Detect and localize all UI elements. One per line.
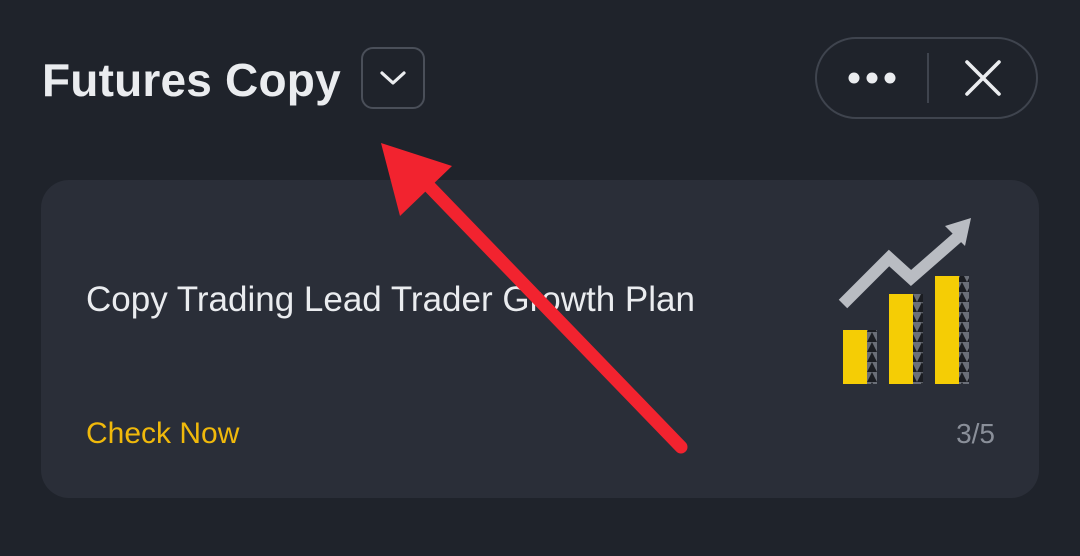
promo-card[interactable]: Copy Trading Lead Trader Growth Plan Che… — [41, 180, 1039, 498]
title-dropdown-button[interactable] — [361, 47, 425, 109]
page-title: Futures Copy — [42, 54, 341, 106]
close-icon — [965, 60, 1001, 96]
page-counter: 3/5 — [956, 418, 995, 449]
check-now-link[interactable]: Check Now — [86, 416, 239, 452]
window-controls — [815, 37, 1038, 119]
close-button[interactable] — [929, 39, 1037, 117]
chevron-down-icon — [380, 71, 406, 85]
card-title: Copy Trading Lead Trader Growth Plan — [86, 280, 695, 319]
more-horizontal-icon — [848, 72, 896, 84]
header-bar: Futures Copy — [0, 0, 1080, 160]
more-options-button[interactable] — [817, 39, 927, 117]
growth-chart-icon — [838, 218, 971, 384]
